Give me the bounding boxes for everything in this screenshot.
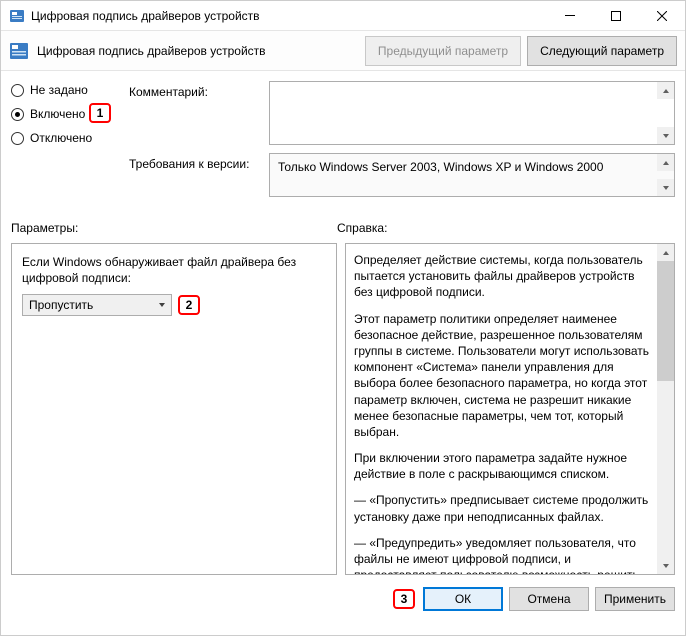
help-section-label: Справка: — [337, 221, 387, 235]
radio-label: Отключено — [30, 131, 92, 145]
help-panel: Определяет действие системы, когда польз… — [345, 243, 675, 575]
requirements-label: Требования к версии: — [129, 153, 269, 197]
scroll-down-icon[interactable] — [657, 127, 674, 144]
policy-icon — [9, 41, 29, 61]
header-strip: Цифровая подпись драйверов устройств Пре… — [1, 31, 685, 71]
requirements-box: Только Windows Server 2003, Windows XP и… — [269, 153, 675, 197]
scrollbar[interactable] — [657, 244, 674, 574]
param-option-label: Если Windows обнаруживает файл драйвера … — [22, 254, 326, 286]
scroll-up-icon[interactable] — [657, 82, 674, 99]
ok-button[interactable]: ОК — [423, 587, 503, 611]
scroll-up-icon[interactable] — [657, 244, 674, 261]
requirements-text: Только Windows Server 2003, Windows XP и… — [270, 154, 674, 180]
help-text: Определяет действие системы, когда польз… — [354, 252, 650, 575]
window-title: Цифровая подпись драйверов устройств — [31, 9, 547, 23]
help-paragraph: При включении этого параметра задайте ну… — [354, 450, 650, 482]
radio-enabled[interactable]: Включено 1 — [11, 107, 129, 121]
scroll-down-icon[interactable] — [657, 179, 674, 196]
comment-textarea[interactable] — [269, 81, 675, 145]
parameters-section-label: Параметры: — [11, 221, 337, 235]
minimize-button[interactable] — [547, 1, 593, 30]
radio-icon — [11, 132, 24, 145]
parameters-panel: Если Windows обнаруживает файл драйвера … — [11, 243, 337, 575]
callout-marker-3: 3 — [393, 589, 415, 609]
radio-label: Включено — [30, 107, 85, 121]
scroll-down-icon[interactable] — [657, 557, 674, 574]
radio-label: Не задано — [30, 83, 88, 97]
next-setting-button[interactable]: Следующий параметр — [527, 36, 677, 66]
chevron-down-icon — [153, 295, 171, 315]
comment-label: Комментарий: — [129, 81, 269, 145]
close-button[interactable] — [639, 1, 685, 30]
prev-setting-button: Предыдущий параметр — [365, 36, 521, 66]
radio-icon — [11, 108, 24, 121]
maximize-button[interactable] — [593, 1, 639, 30]
radio-disabled[interactable]: Отключено — [11, 131, 129, 145]
callout-marker-2: 2 — [178, 295, 200, 315]
combobox-value: Пропустить — [23, 298, 153, 312]
callout-marker-1: 1 — [89, 103, 111, 123]
radio-not-configured[interactable]: Не задано — [11, 83, 129, 97]
header-title: Цифровая подпись драйверов устройств — [37, 44, 266, 58]
scrollbar-thumb[interactable] — [657, 261, 674, 381]
dialog-footer: 3 ОК Отмена Применить — [1, 581, 685, 617]
help-paragraph: — «Пропустить» предписывает системе прод… — [354, 492, 650, 524]
title-bar: Цифровая подпись драйверов устройств — [1, 1, 685, 31]
scroll-up-icon[interactable] — [657, 154, 674, 171]
help-paragraph: Определяет действие системы, когда польз… — [354, 252, 650, 301]
app-icon — [9, 8, 25, 24]
apply-button[interactable]: Применить — [595, 587, 675, 611]
help-paragraph: — «Предупредить» уведомляет пользователя… — [354, 535, 650, 575]
help-paragraph: Этот параметр политики определяет наимен… — [354, 311, 650, 441]
action-combobox[interactable]: Пропустить — [22, 294, 172, 316]
cancel-button[interactable]: Отмена — [509, 587, 589, 611]
radio-icon — [11, 84, 24, 97]
